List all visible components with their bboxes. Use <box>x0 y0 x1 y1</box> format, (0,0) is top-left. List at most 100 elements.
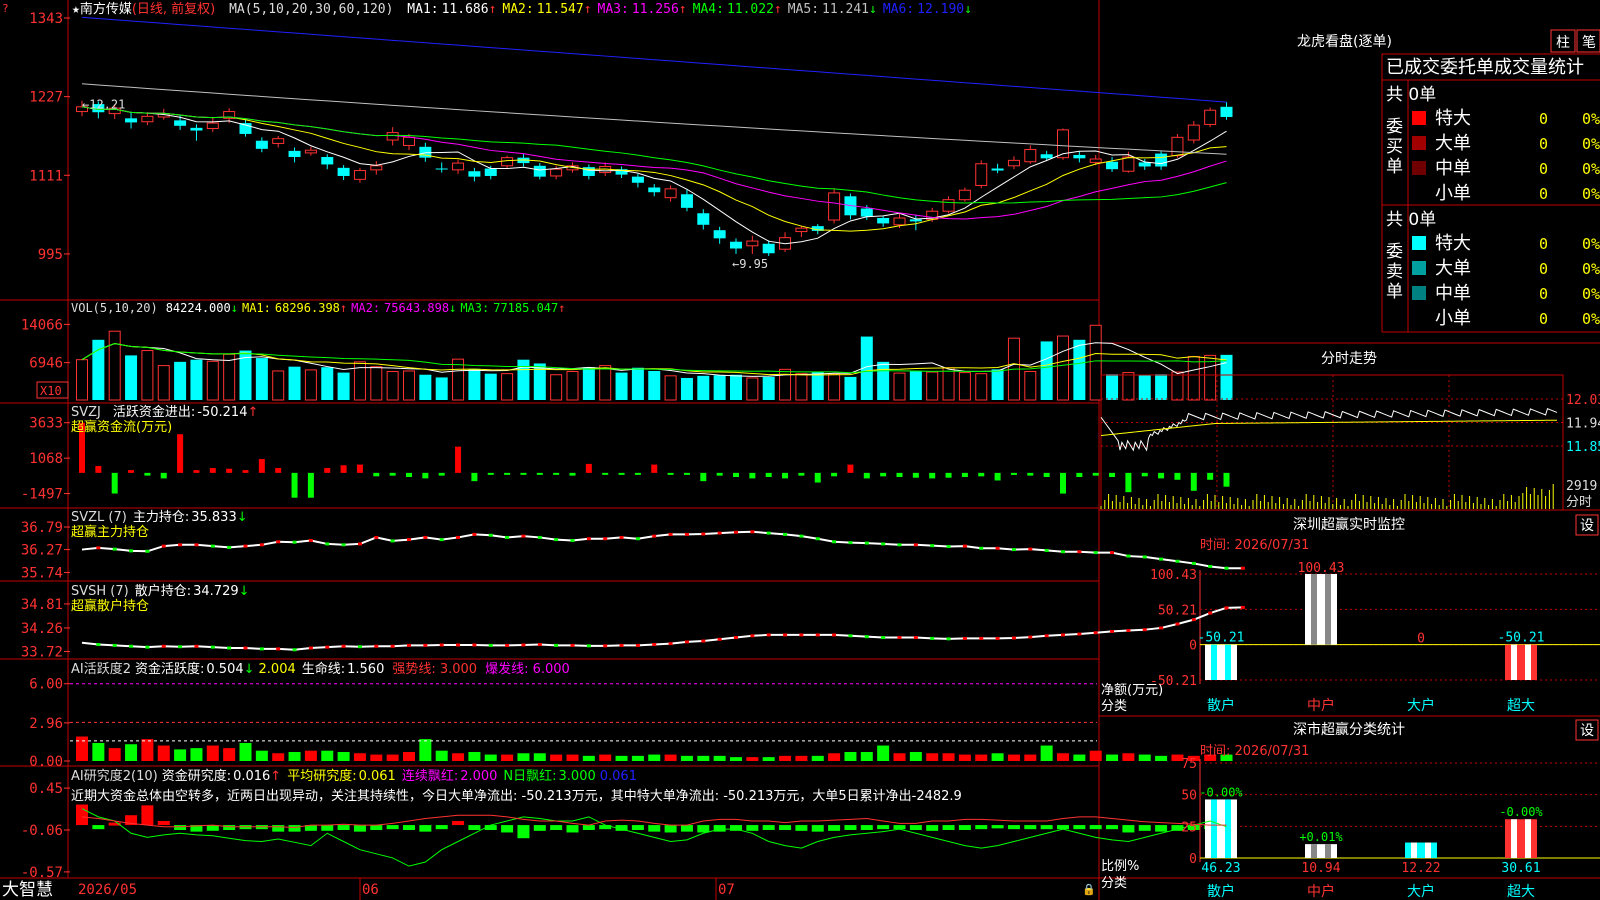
svzj-bar <box>340 465 347 473</box>
ai-activity-bar <box>582 755 595 761</box>
svzl-dot <box>1191 561 1196 565</box>
ai-activity-bar <box>942 753 955 761</box>
candle-body <box>190 127 203 131</box>
ai-research-tick-1: -0.06 <box>21 823 63 839</box>
svzl-dot <box>1159 557 1164 561</box>
svsh-dot <box>439 643 444 647</box>
ai-activity-bar <box>615 755 628 761</box>
volume-bar <box>517 359 530 400</box>
svzj-bar <box>307 472 314 498</box>
svzj-bar <box>160 472 167 479</box>
buy-row-name: 小单 <box>1435 183 1471 204</box>
ai-research-comment: 近期大资金总体由空转多，近两日出现异动，关注其持续性，今日大单净流出: -50.… <box>71 788 962 804</box>
svsh-dot <box>521 643 526 647</box>
candle-body <box>533 165 546 177</box>
candle-body <box>272 138 285 144</box>
candle-body <box>991 168 1004 171</box>
svsh-dot <box>1175 622 1180 626</box>
ai-research-v5: 0.061 <box>600 769 637 784</box>
sz-classify-value-label-0: 46.23 <box>1201 861 1240 876</box>
svzj-bar <box>716 472 723 476</box>
svsh-dot <box>112 643 117 647</box>
ai-activity-v4: 强势线: 3.000 <box>392 661 477 677</box>
candle-body <box>1220 106 1233 117</box>
volume-bar <box>419 374 432 400</box>
ai-research-bar <box>631 825 644 830</box>
svsh-dot <box>734 636 738 640</box>
volume-bar <box>1057 335 1069 401</box>
ai-research-bar <box>435 825 448 830</box>
sell-row-count: 0 <box>1539 285 1548 303</box>
ai-research-bar <box>975 825 988 830</box>
volume-bar <box>468 368 481 400</box>
volume-bar <box>141 350 154 401</box>
svzl-dot <box>979 546 984 550</box>
ma4-value: 11.022 <box>727 2 774 17</box>
candle-body <box>1155 153 1168 167</box>
svzl-dot <box>766 531 771 535</box>
sz-classify-category-2: 大户 <box>1407 883 1435 900</box>
svg-text:★南方传媒(日线, 前复权) MA(5,10,20,: ★南方传媒(日线, 前复权) MA(5,10,20,30,60,120) MA1… <box>72 1 972 17</box>
longhu-title: 龙虎看盘(逐单) <box>1297 33 1392 50</box>
longhu-tab-traded[interactable]: 已成交 <box>1386 57 1440 78</box>
ai-research-bar <box>141 805 154 826</box>
ai-research-bar <box>648 825 661 832</box>
sz-monitor-category-1: 中户 <box>1307 697 1335 714</box>
vol-ma3-name: MA3: <box>460 301 489 315</box>
svzl-dot <box>521 534 526 538</box>
svzj-bar <box>1141 472 1148 477</box>
svsh-dot <box>652 643 657 647</box>
ai-activity-bar <box>550 754 563 761</box>
volume-bar <box>1106 374 1119 400</box>
svzl-dot <box>946 545 951 549</box>
volume-bar <box>403 370 415 401</box>
svzj-bar <box>798 472 805 476</box>
ai-activity-bar <box>599 754 612 761</box>
sz-monitor-value-label-1: 100.43 <box>1298 561 1345 576</box>
svzl-dot <box>750 530 755 534</box>
volume-bar <box>1138 374 1151 400</box>
candle-body <box>1106 161 1119 170</box>
svzl-dot <box>586 537 591 541</box>
volume-bar <box>730 374 742 400</box>
ai-research-bar <box>680 825 693 832</box>
candle-body <box>337 167 350 176</box>
candle-body <box>1204 109 1217 125</box>
lock-icon[interactable]: 🔒 <box>1082 883 1096 896</box>
svzl-dot <box>1175 559 1180 563</box>
svzj-bar <box>455 446 462 473</box>
svsh-arrow: ↓ <box>239 584 250 599</box>
ai-activity-tick-2: 0.00 <box>29 754 63 770</box>
ai-research-v2-label: 平均研究度: <box>287 768 356 784</box>
ai-activity-bar <box>566 754 579 761</box>
svsh-dot <box>472 643 477 647</box>
volume-bar <box>370 366 383 401</box>
buy-color-swatch <box>1412 136 1426 150</box>
sz-classify-change-label-1: +0.01% <box>1299 830 1343 844</box>
svsh-tick-0: 34.81 <box>21 597 63 613</box>
ai-activity-bar <box>631 755 644 761</box>
svsh-dot <box>750 634 755 638</box>
svzj-bar <box>324 468 331 473</box>
volume-bar <box>255 358 268 400</box>
ai-research-tick-2: -0.57 <box>21 865 63 881</box>
svsh-dot <box>1110 629 1115 633</box>
sz-monitor-bar-stripe-1 <box>1325 574 1331 645</box>
corner-menu-icon[interactable]: ? <box>2 2 9 15</box>
volume-bar <box>991 369 1004 400</box>
svsh-dot <box>292 648 297 652</box>
sz-monitor-ylabel: 净额(万元) <box>1101 683 1163 698</box>
sz-monitor-xlabel: 分类 <box>1101 699 1127 714</box>
ai-research-value: 0.016 <box>233 769 270 784</box>
sell-row-name: 特大 <box>1435 233 1471 254</box>
trading-chart-canvas[interactable]: 1343 1227 1111 995 ←12.21 ←9.95 14066 6946 3633 1… <box>0 0 1600 900</box>
svzl-dot <box>456 535 461 539</box>
longhu-tab-orders[interactable]: 委托单 <box>1440 57 1494 78</box>
svsh-dot <box>1159 626 1164 630</box>
svsh-dot <box>423 643 428 647</box>
sell-row-name: 小单 <box>1435 308 1471 329</box>
ai-research-bar <box>779 825 792 830</box>
svzl-dot <box>995 546 1000 550</box>
longhu-tab-volume[interactable]: 成交量统计 <box>1494 57 1584 78</box>
volume-bar <box>1220 354 1233 400</box>
